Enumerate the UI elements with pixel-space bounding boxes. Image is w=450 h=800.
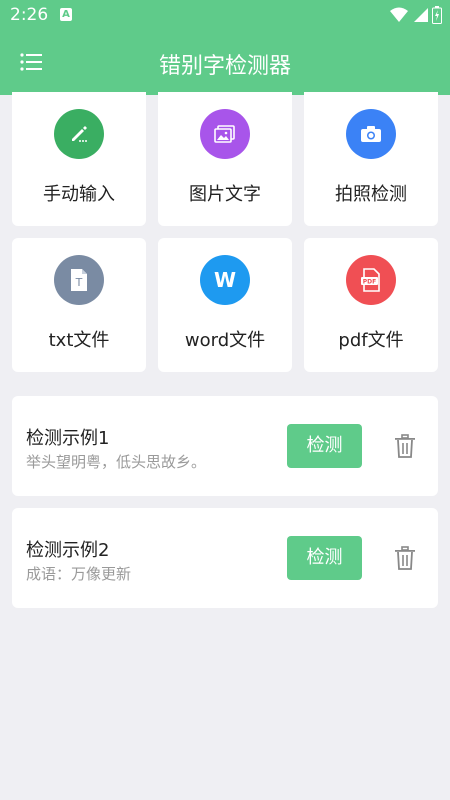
- tile-txt-file[interactable]: T txt文件: [12, 238, 146, 372]
- notification-icon: A: [60, 8, 72, 21]
- battery-icon: [432, 6, 442, 24]
- tile-manual-input[interactable]: 手动输入: [12, 92, 146, 226]
- camera-icon: [361, 126, 381, 142]
- app-title: 错别字检测器: [158, 54, 291, 79]
- tile-word-file[interactable]: W word文件: [158, 238, 292, 372]
- signal-icon: [414, 8, 428, 22]
- trash-icon[interactable]: [392, 433, 418, 459]
- system-icons: [390, 6, 442, 24]
- example-text: 成语：万像更新: [26, 565, 132, 583]
- tile-pdf-file[interactable]: PDF pdf文件: [304, 238, 438, 372]
- status-bar: 2:26 A: [0, 0, 450, 30]
- tile-label: 拍照检测: [335, 184, 407, 205]
- example-text: 举头望明粤，低头思故乡。: [26, 453, 207, 471]
- detect-button[interactable]: 检测: [287, 536, 362, 580]
- tile-label: pdf文件: [338, 330, 404, 351]
- status-time: 2:26: [10, 5, 49, 25]
- tile-image-text[interactable]: 图片文字: [158, 92, 292, 226]
- tile-label: 图片文字: [189, 184, 261, 205]
- trash-icon[interactable]: [392, 545, 418, 571]
- image-icon: [214, 125, 235, 143]
- input-method-grid: 手动输入 图片文字 拍照检测 T txt文件 W word文件 PDF pdf文…: [12, 92, 438, 372]
- tile-icon-bg: [200, 109, 250, 159]
- tile-icon-bg: T: [54, 255, 104, 305]
- example-title: 检测示例1: [26, 428, 110, 449]
- tile-icon-bg: [346, 109, 396, 159]
- tile-photo-detect[interactable]: 拍照检测: [304, 92, 438, 226]
- tile-label: word文件: [184, 330, 266, 351]
- word-icon: W: [213, 268, 237, 292]
- txt-file-icon: T: [71, 269, 87, 291]
- example-card-1: 检测示例1 举头望明粤，低头思故乡。 检测: [12, 396, 438, 496]
- tile-icon-bg: [54, 109, 104, 159]
- pdf-glyph: PDF: [363, 279, 376, 286]
- pdf-icon: PDF: [361, 268, 380, 292]
- tile-icon-bg: W: [200, 255, 250, 305]
- example-card-2: 检测示例2 成语：万像更新 检测: [12, 508, 438, 608]
- pencil-icon: [72, 126, 87, 142]
- tile-label: 手动输入: [43, 184, 115, 205]
- app-bar: 错别字检测器: [0, 30, 450, 95]
- detect-button[interactable]: 检测: [287, 424, 362, 468]
- tile-label: txt文件: [48, 330, 110, 351]
- wifi-icon: [390, 7, 408, 22]
- tile-icon-bg: PDF: [346, 255, 396, 305]
- example-title: 检测示例2: [26, 540, 110, 561]
- txt-glyph: T: [75, 276, 83, 289]
